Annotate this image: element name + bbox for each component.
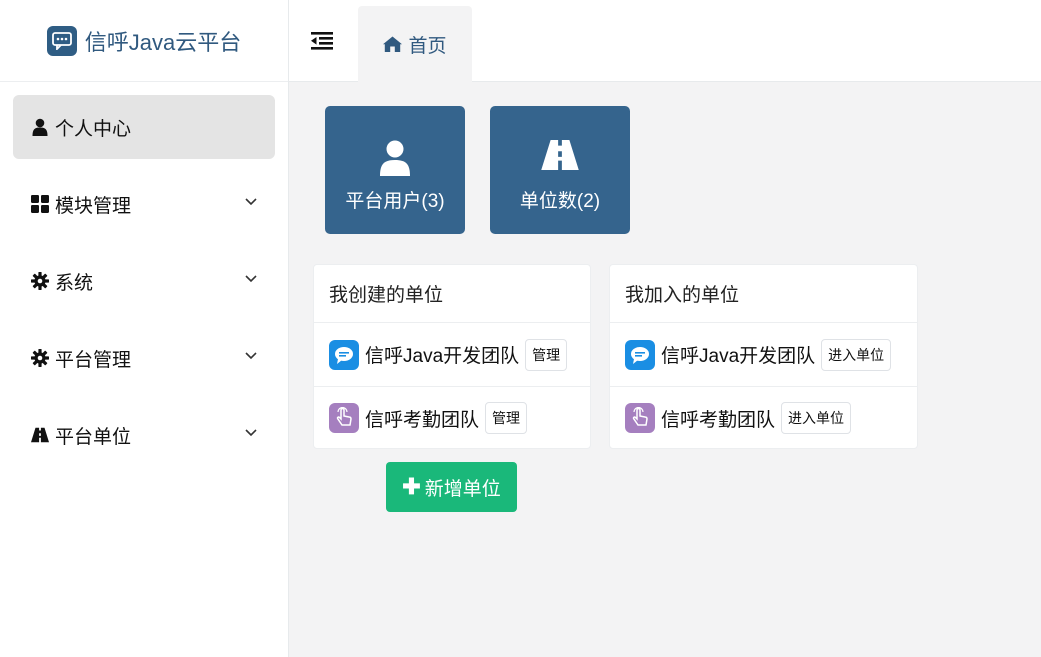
user-icon	[31, 118, 49, 136]
sidebar-item-label: 平台单位	[55, 426, 132, 448]
top-bar: 首页	[289, 0, 1041, 82]
add-unit-label: 新增单位	[424, 478, 501, 500]
stat-label: 单位数(2)	[519, 191, 601, 212]
chevron-down-icon	[245, 352, 257, 360]
list-item: 信呼Java开发团队 管理	[314, 323, 590, 386]
unit-name: 信呼考勤团队	[661, 409, 776, 431]
created-units-panel: 我创建的单位 信呼Java开发团队 管理 信呼考勤团队 管理	[313, 264, 591, 449]
road-icon	[31, 426, 49, 444]
panel-title: 我加入的单位	[610, 265, 917, 323]
sidebar-item-platform-units[interactable]: 平台单位	[13, 403, 275, 467]
logo-bar: 信呼Java云平台	[0, 0, 288, 82]
manage-button[interactable]: 管理	[525, 338, 568, 371]
list-item: 信呼考勤团队 管理	[314, 386, 590, 449]
unit-name: 信呼考勤团队	[365, 409, 480, 431]
grid-icon	[31, 195, 49, 213]
user-icon	[380, 140, 410, 176]
chevron-down-icon	[245, 429, 257, 437]
chevron-down-icon	[245, 198, 257, 206]
unit-name: 信呼Java开发团队	[661, 346, 816, 367]
unit-name: 信呼Java开发团队	[365, 346, 520, 367]
logo-chat-icon	[46, 25, 77, 56]
chevron-down-icon	[245, 275, 257, 283]
sidebar-item-system[interactable]: 系统	[13, 249, 275, 313]
sidebar-item-label: 系统	[55, 272, 94, 294]
touch-hand-icon	[329, 403, 359, 433]
chat-bubble-icon	[329, 339, 359, 370]
stat-card-unit-count[interactable]: 单位数(2)	[490, 106, 630, 234]
sidebar-item-label: 个人中心	[55, 118, 132, 140]
tab-label: 首页	[408, 35, 447, 57]
plus-icon: ✚	[402, 474, 421, 499]
stat-label: 平台用户(3)	[345, 191, 445, 212]
road-icon	[541, 140, 579, 170]
home-icon	[383, 36, 403, 52]
sidebar-item-personal-center[interactable]: 个人中心	[13, 95, 275, 159]
manage-button[interactable]: 管理	[485, 402, 528, 434]
enter-unit-button[interactable]: 进入单位	[821, 338, 892, 371]
sidebar-item-module-management[interactable]: 模块管理	[13, 172, 275, 236]
enter-unit-button[interactable]: 进入单位	[781, 402, 852, 434]
panel-title: 我创建的单位	[314, 265, 590, 323]
sidebar-item-label: 模块管理	[55, 195, 132, 217]
sidebar-toggle-icon[interactable]	[311, 32, 333, 50]
gear-icon	[31, 349, 49, 367]
sidebar-item-label: 平台管理	[55, 349, 132, 371]
add-unit-button[interactable]: ✚ 新增单位	[386, 462, 517, 512]
app-title: 信呼Java云平台	[84, 29, 242, 55]
stat-card-platform-users[interactable]: 平台用户(3)	[325, 106, 465, 234]
touch-hand-icon	[625, 403, 655, 433]
list-item: 信呼考勤团队 进入单位	[610, 386, 917, 449]
sidebar-item-platform-management[interactable]: 平台管理	[13, 326, 275, 390]
chat-bubble-icon	[625, 339, 655, 370]
list-item: 信呼Java开发团队 进入单位	[610, 323, 917, 386]
joined-units-panel: 我加入的单位 信呼Java开发团队 进入单位 信呼考勤团队 进入单位	[609, 264, 918, 449]
gear-icon	[31, 272, 49, 290]
sidebar: 信呼Java云平台 个人中心 模块管理 系统 平台管理 平台单位	[0, 0, 289, 657]
sidebar-menu: 个人中心 模块管理 系统 平台管理 平台单位	[0, 82, 288, 467]
tab-home[interactable]: 首页	[358, 6, 472, 82]
